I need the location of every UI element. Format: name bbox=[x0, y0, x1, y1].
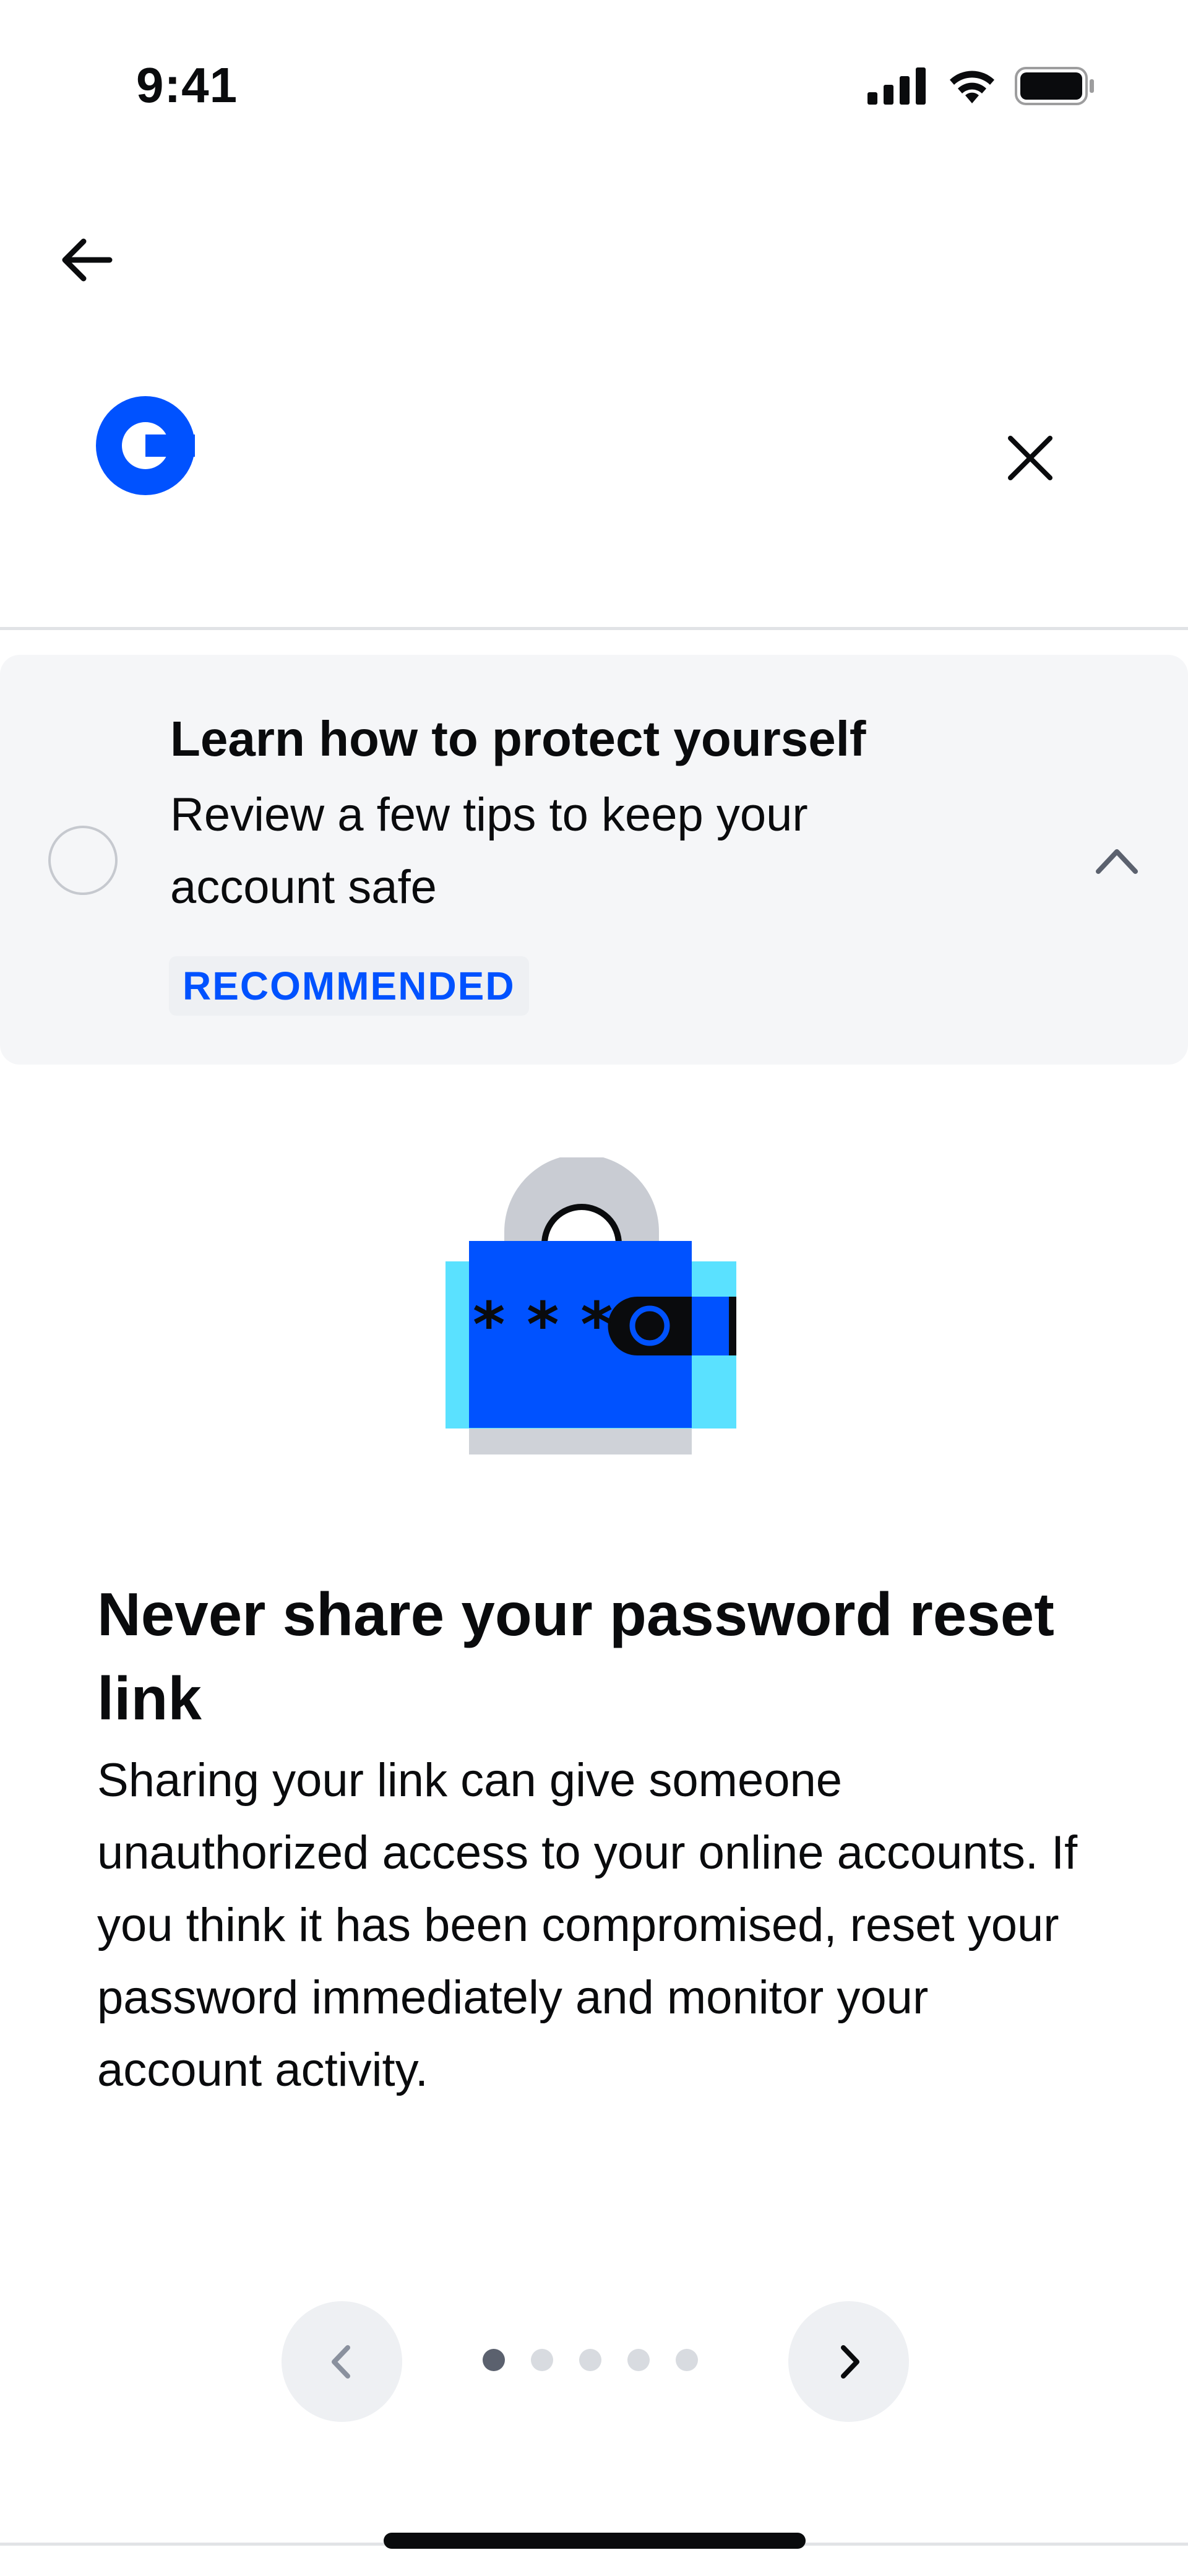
page-dot[interactable] bbox=[627, 2349, 650, 2371]
page-dot[interactable] bbox=[579, 2349, 601, 2371]
status-icons bbox=[867, 67, 1095, 105]
cellular-signal-icon bbox=[867, 67, 926, 105]
next-button[interactable] bbox=[788, 2301, 909, 2422]
close-icon bbox=[1008, 436, 1052, 480]
chevron-left-icon bbox=[331, 2345, 350, 2379]
card-title: Learn how to protect yourself bbox=[170, 711, 866, 766]
status-time: 9:41 bbox=[136, 58, 238, 113]
tip-body: Sharing your link can give someone unaut… bbox=[97, 1754, 1078, 2096]
arrow-left-icon bbox=[62, 238, 113, 282]
coinbase-logo-icon bbox=[96, 396, 196, 495]
page-dot[interactable] bbox=[676, 2349, 698, 2371]
back-button[interactable] bbox=[56, 229, 118, 291]
page-dot[interactable] bbox=[483, 2349, 505, 2371]
close-button[interactable] bbox=[999, 427, 1061, 489]
page-dot[interactable] bbox=[531, 2349, 553, 2371]
home-indicator[interactable] bbox=[384, 2533, 806, 2549]
battery-icon bbox=[1015, 67, 1094, 105]
padlock-illustration: * * * bbox=[446, 1154, 742, 1454]
checklist-card[interactable]: Learn how to protect yourself Review a f… bbox=[0, 655, 1188, 1065]
previous-button[interactable] bbox=[282, 2301, 402, 2422]
chevron-right-icon bbox=[840, 2345, 859, 2379]
page-indicator bbox=[483, 2349, 698, 2371]
wifi-icon bbox=[950, 71, 994, 103]
header-divider bbox=[0, 627, 1188, 630]
recommended-badge: RECOMMENDED bbox=[169, 956, 529, 1016]
mask-text: * * * bbox=[473, 1289, 613, 1361]
chevron-up-icon[interactable] bbox=[1086, 834, 1148, 884]
card-description: Review a few tips to keep your account s… bbox=[170, 789, 808, 914]
completion-radio[interactable] bbox=[48, 826, 118, 895]
tip-title: Never share your password reset link bbox=[97, 1580, 1054, 1732]
